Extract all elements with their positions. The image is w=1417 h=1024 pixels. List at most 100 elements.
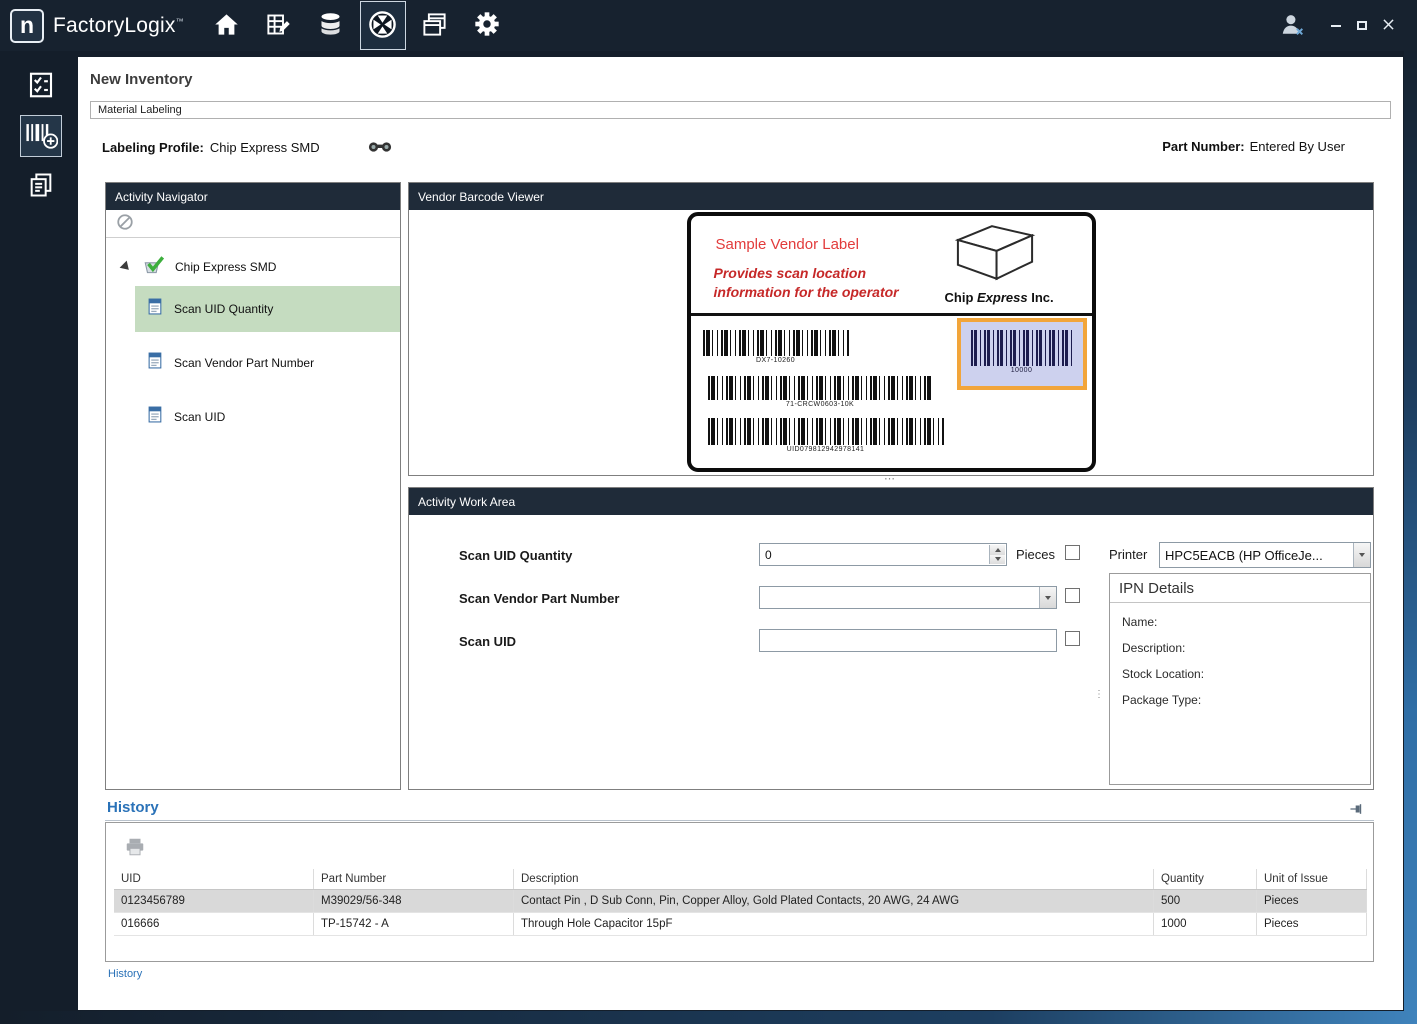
vendor-label-top-section: Sample Vendor Label Provides scan locati… [691,216,1092,316]
cell-part-number: M39029/56-348 [314,890,514,912]
vendor-company-name: Chip Express Inc. [945,290,1054,305]
trademark: ™ [176,17,184,26]
activity-navigator-title: Activity Navigator [115,190,208,204]
maximize-icon [1357,21,1367,30]
cell-unit-of-issue: Pieces [1257,890,1367,912]
printer-label: Printer [1109,547,1147,562]
highlighted-quantity-barcode: 10000 [957,318,1087,390]
scan-uid-checkbox[interactable] [1065,631,1080,646]
printer-selected-value: HPC5EACB (HP OfficeJe... [1160,548,1353,563]
column-header-description[interactable]: Description [514,869,1154,889]
ipn-stock-location-label: Stock Location: [1122,667,1370,681]
app-title: FactoryLogix™ [53,14,184,38]
column-header-unit-of-issue[interactable]: Unit of Issue [1257,869,1367,889]
stepper-up-button[interactable] [990,545,1005,555]
column-header-part-number[interactable]: Part Number [314,869,514,889]
warehouse-button[interactable] [360,1,406,50]
scan-uid-quantity-input[interactable]: 0 [759,543,1007,566]
activity-work-area-header: Activity Work Area [409,488,1373,515]
history-header-row: UID Part Number Description Quantity Uni… [114,869,1367,890]
settings-button[interactable] [464,1,510,50]
main-toolbar [204,0,510,51]
tree-item-label: Scan UID [174,410,225,424]
barcode-uid: UID079812942978141 [708,418,944,453]
find-profile-button[interactable] [368,139,392,156]
tree-root-chip-express-smd[interactable]: Chip Express SMD [106,248,400,286]
copy-icon [27,171,55,202]
chip-tray-box-icon [943,220,1047,293]
history-footer-link[interactable]: History [108,968,142,980]
scan-uid-quantity-checkbox[interactable] [1065,545,1080,560]
print-history-button[interactable] [124,836,146,861]
labeling-profile-row: Labeling Profile: Chip Express SMD [102,139,392,156]
barcode-caption: UID079812942978141 [708,446,944,453]
minimize-button[interactable] [1325,16,1347,36]
tree-item-scan-uid[interactable]: Scan UID [135,394,400,440]
scan-vendor-part-number-checkbox[interactable] [1065,588,1080,603]
part-number-label: Part Number: [1162,139,1244,154]
stepper-down-button[interactable] [990,555,1005,565]
activity-doc-icon [147,298,164,320]
scan-vendor-part-number-label: Scan Vendor Part Number [459,591,619,606]
column-header-quantity[interactable]: Quantity [1154,869,1257,889]
vendor-label-preview: Sample Vendor Label Provides scan locati… [409,210,1373,472]
reporting-button[interactable] [412,1,458,50]
pieces-unit-label: Pieces [1016,547,1055,562]
ipn-details-box: IPN Details Name: Description: Stock Loc… [1109,573,1371,785]
vendor-barcode-viewer-title: Vendor Barcode Viewer [418,190,544,204]
home-button[interactable] [204,1,250,50]
cell-description: Contact Pin , D Sub Conn, Pin, Copper Al… [514,890,1154,912]
arrow-down-icon [995,557,1001,561]
reporting-windows-icon [421,11,448,41]
page-title: New Inventory [90,71,193,88]
history-row-1[interactable]: 0123456789 M39029/56-348 Contact Pin , D… [114,890,1367,913]
tab-material-labeling[interactable]: Material Labeling [90,101,1391,119]
rail-new-inventory-button[interactable] [20,115,62,157]
cell-part-number: TP-15742 - A [314,913,514,935]
printer-select[interactable]: HPC5EACB (HP OfficeJe... [1159,542,1371,568]
titlebar[interactable]: n FactoryLogix™ [0,0,1417,51]
rail-activity-list-button[interactable] [20,65,62,107]
column-header-uid[interactable]: UID [114,869,314,889]
tree-item-scan-vendor-part-number[interactable]: Scan Vendor Part Number [135,340,400,386]
tab-label: Material Labeling [91,104,182,116]
barcode-part: DX7-10260 [703,330,849,364]
horizontal-splitter-handle[interactable]: ⋯ [878,477,902,484]
npi-button[interactable] [256,1,302,50]
scan-uid-input[interactable] [759,629,1057,652]
cell-uid: 016666 [114,913,314,935]
tree-item-scan-uid-quantity[interactable]: Scan UID Quantity [135,286,400,332]
titlebar-right-controls [1279,11,1399,40]
combo-dropdown-button[interactable] [1039,587,1056,608]
barcode-caption: DX7-10260 [703,357,849,364]
production-button[interactable] [308,1,354,50]
sample-vendor-label: Sample Vendor Label Provides scan locati… [687,212,1096,472]
app-logo-letter: n [20,14,34,37]
vertical-splitter-handle[interactable]: ⋮ [1094,693,1104,697]
maximize-button[interactable] [1351,16,1373,36]
navigator-toolbar [106,210,400,238]
npi-grid-pencil-icon [265,11,292,41]
barcode-vendor-part: 71-CRCW0603-10K [708,376,933,408]
activity-navigator-panel: Activity Navigator [105,182,401,790]
window-frame-accent-bottom [0,1011,1417,1024]
barcode-caption: 10000 [971,367,1073,374]
history-pin-button[interactable] [1350,802,1364,819]
tree-expand-icon[interactable] [120,261,133,274]
rail-copy-labels-button[interactable] [20,165,62,207]
tree-root-label: Chip Express SMD [175,260,276,274]
combo-dropdown-button[interactable] [1353,543,1370,567]
history-table: UID Part Number Description Quantity Uni… [114,869,1367,936]
cancel-activity-button[interactable] [116,213,134,234]
close-button[interactable] [1377,16,1399,36]
logout-user-button[interactable] [1279,11,1305,40]
vendor-barcode-viewer-panel: Vendor Barcode Viewer Sample Vendor Labe… [408,182,1374,476]
tree-item-label: Scan UID Quantity [174,302,273,316]
part-number-row: Part Number: Entered By User [1162,139,1345,154]
history-row-2[interactable]: 016666 TP-15742 - A Through Hole Capacit… [114,913,1367,936]
checklist-icon [26,70,56,103]
vendor-barcode-viewer-header: Vendor Barcode Viewer [409,183,1373,210]
part-number-value: Entered By User [1250,139,1345,154]
pushpin-icon [1350,804,1364,819]
scan-vendor-part-number-combo[interactable] [759,586,1057,609]
